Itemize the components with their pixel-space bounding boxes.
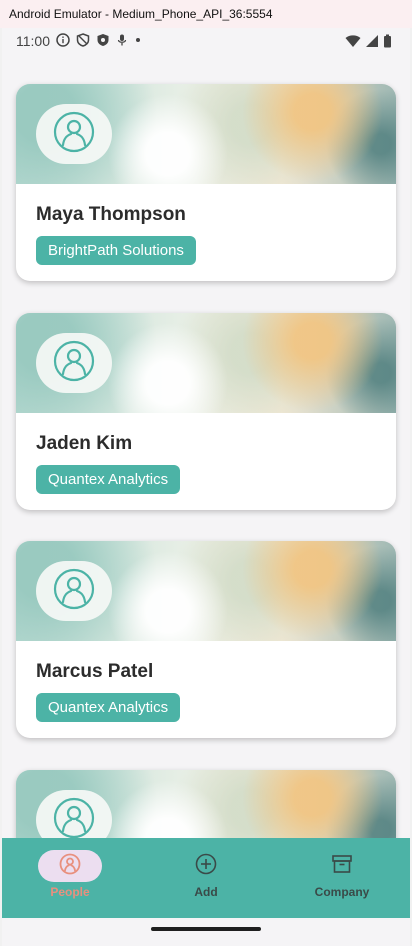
status-time: 11:00 [16,33,50,49]
signal-icon [365,34,379,51]
home-gesture-handle[interactable] [151,927,261,931]
archive-box-icon [331,853,353,880]
contact-card[interactable]: Maya Thompson BrightPath Solutions [16,84,396,281]
company-chip[interactable]: Quantex Analytics [36,693,181,722]
status-bar: 11:00 [2,28,410,54]
person-icon [53,340,95,387]
company-chip[interactable]: BrightPath Solutions [36,236,196,265]
company-chip[interactable]: Quantex Analytics [36,465,181,494]
person-icon [53,568,95,615]
battery-icon [383,34,392,51]
nav-item-add[interactable]: Add [138,838,274,918]
bottom-navigation: People Add Company [2,838,410,918]
dot-icon [134,33,142,50]
nav-label: Add [194,885,218,899]
nav-label: People [50,885,90,899]
phone-screen: 11:00 Maya Thompson BrightPath Solutions… [2,28,410,946]
person-icon [53,797,95,844]
contact-card[interactable]: Marcus Patel Quantex Analytics [16,541,396,738]
nav-item-company[interactable]: Company [274,838,410,918]
nav-item-people[interactable]: People [2,838,138,918]
people-icon [59,853,81,880]
contact-name: Marcus Patel [36,661,154,682]
mic-icon [116,33,128,50]
contact-name: Jaden Kim [36,433,133,454]
person-icon [53,111,95,158]
shield-icon [76,33,90,50]
gesture-navigation-area [2,918,410,946]
contact-card[interactable]: Jaden Kim Quantex Analytics [16,313,396,510]
avatar [36,104,112,164]
contact-name: Maya Thompson [36,204,186,225]
info-icon [56,33,70,50]
nav-active-indicator [38,850,102,882]
wifi-icon [345,34,361,51]
avatar [36,333,112,393]
shield-filled-icon [96,33,110,50]
window-title: Android Emulator - Medium_Phone_API_36:5… [0,0,412,28]
nav-label: Company [314,885,370,899]
add-circle-icon [195,853,217,880]
avatar [36,561,112,621]
